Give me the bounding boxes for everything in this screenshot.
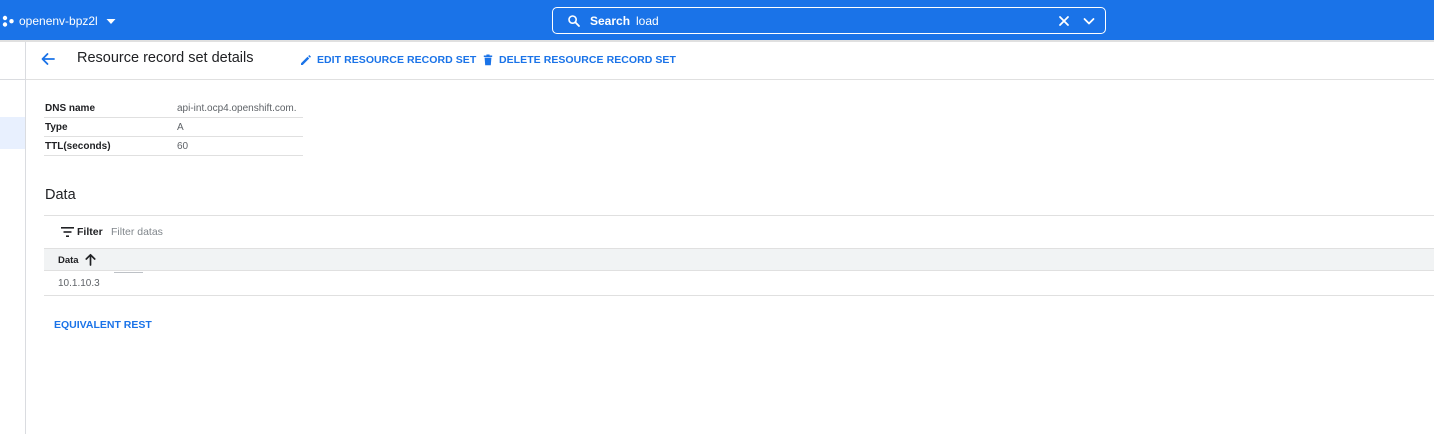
delete-record-set-label: DELETE RESOURCE RECORD SET [499, 54, 676, 66]
search-bar[interactable]: Search [552, 7, 1106, 34]
table-row: 10.1.10.3 [44, 272, 1434, 296]
page-title: Resource record set details [77, 50, 254, 66]
project-name: openenv-bpz2l [19, 14, 98, 28]
rail-divider [0, 79, 25, 80]
chevron-down-icon[interactable] [1081, 13, 1097, 29]
sort-ascending-icon[interactable] [84, 253, 97, 266]
delete-record-set-button[interactable]: DELETE RESOURCE RECORD SET [482, 52, 676, 68]
table-header-row: Data [44, 248, 1434, 273]
filter-icon [61, 227, 74, 237]
data-cell: 10.1.10.3 [58, 278, 100, 289]
details-key: Type [44, 117, 176, 137]
top-bar: openenv-bpz2l Search [0, 0, 1434, 40]
search-input[interactable] [636, 11, 1026, 30]
details-value: 60 [176, 136, 303, 156]
edit-record-set-label: EDIT RESOURCE RECORD SET [317, 54, 477, 66]
back-arrow-icon[interactable] [40, 51, 56, 67]
details-row: TTL(seconds) 60 [44, 136, 303, 156]
edit-record-set-button[interactable]: EDIT RESOURCE RECORD SET [300, 52, 476, 68]
filter-input[interactable] [111, 224, 411, 240]
search-icon [568, 15, 580, 27]
project-icon [2, 15, 14, 27]
details-value: api-int.ocp4.openshift.com. [176, 99, 303, 118]
rail-selected-item[interactable] [0, 117, 25, 149]
details-key: DNS name [44, 99, 176, 118]
data-section-title: Data [45, 187, 76, 203]
search-label: Search [590, 14, 631, 28]
record-details-table: DNS name api-int.ocp4.openshift.com. Typ… [44, 99, 303, 156]
filter-bar: Filter [44, 216, 1434, 247]
data-column-header[interactable]: Data [58, 255, 79, 266]
filter-label: Filter [77, 226, 103, 238]
left-nav-rail [0, 42, 26, 434]
details-row: DNS name api-int.ocp4.openshift.com. [44, 99, 303, 118]
details-key: TTL(seconds) [44, 136, 176, 156]
project-selector[interactable]: openenv-bpz2l [2, 8, 118, 34]
equivalent-rest-link[interactable]: EQUIVALENT REST [54, 319, 152, 331]
delete-icon [483, 54, 493, 66]
edit-icon [301, 55, 311, 65]
details-value: A [176, 117, 303, 137]
clear-icon[interactable] [1056, 13, 1072, 29]
dropdown-caret-icon [106, 19, 116, 24]
header-divider [26, 79, 1434, 80]
details-row: Type A [44, 117, 303, 137]
top-bar-shadow [0, 40, 1434, 42]
